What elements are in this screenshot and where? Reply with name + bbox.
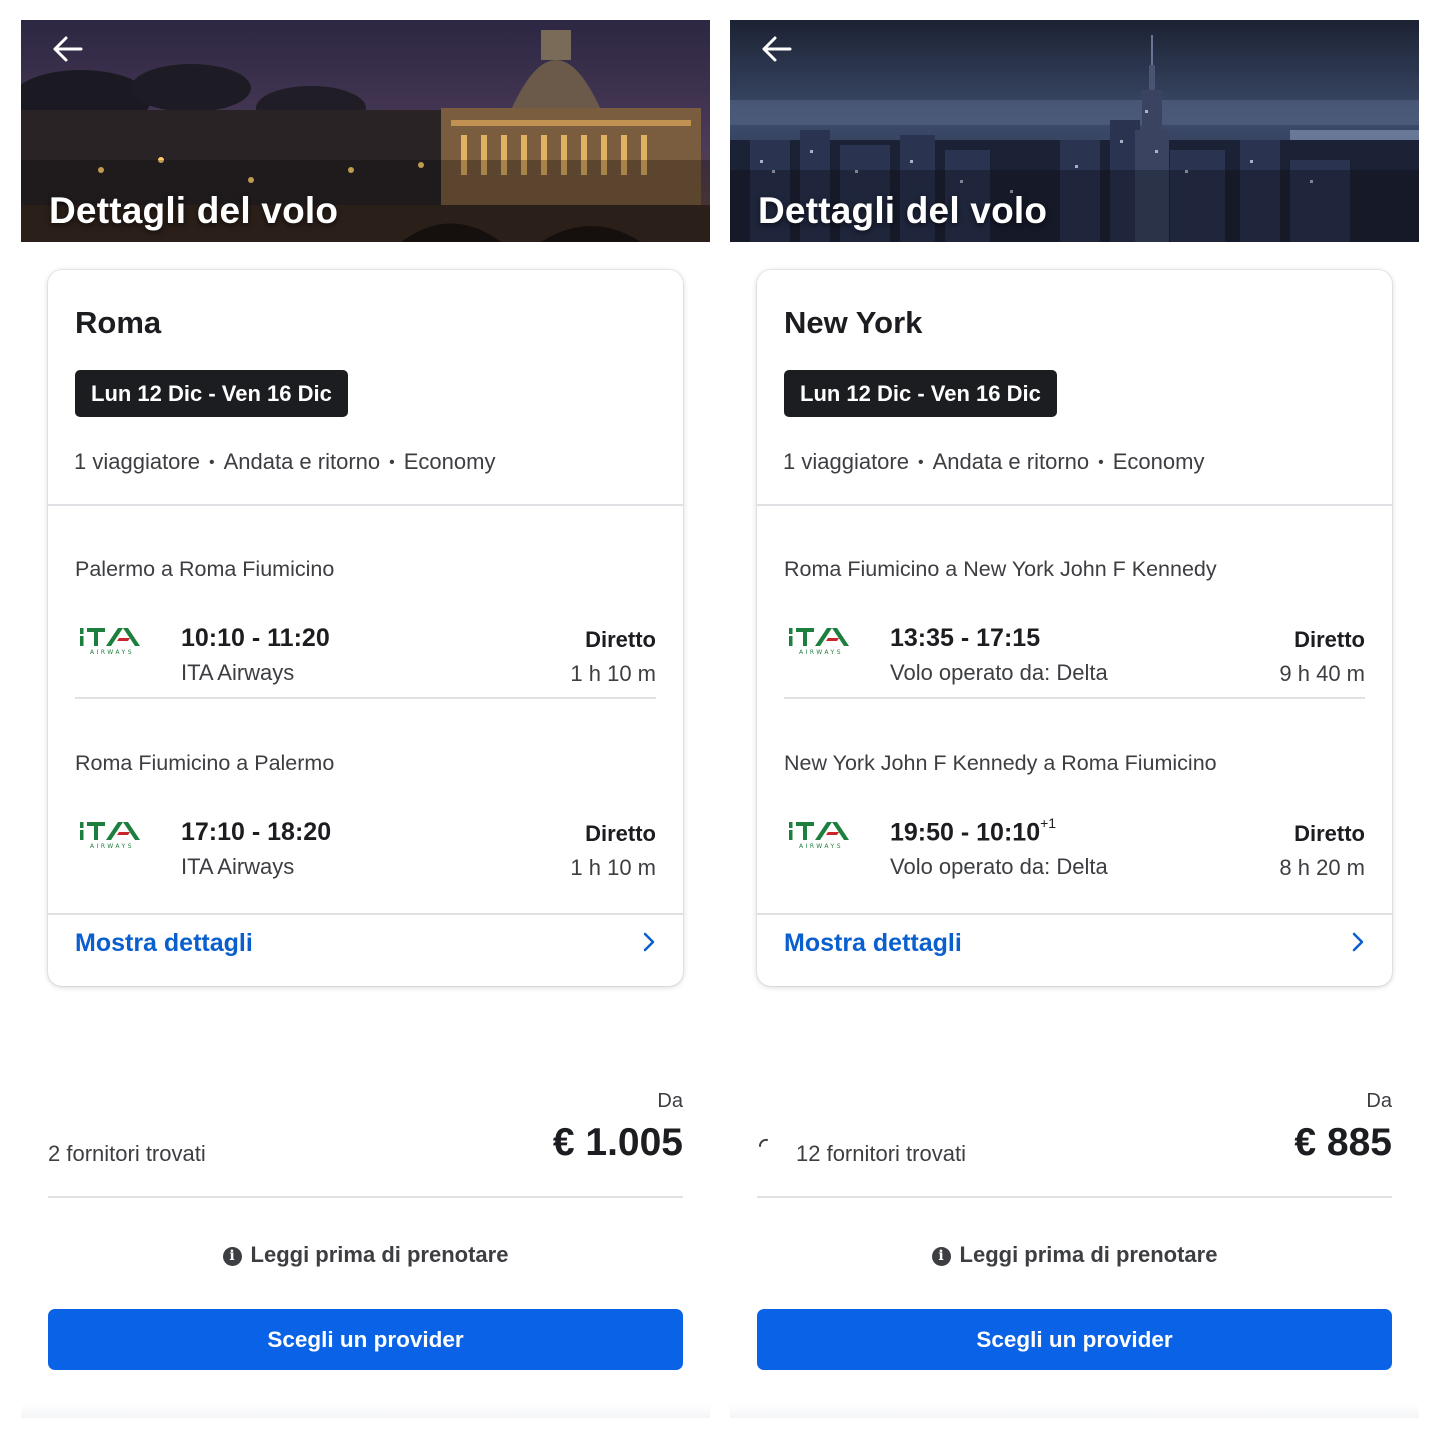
read-before-booking-link[interactable]: i Leggi prima di prenotare (21, 1242, 710, 1268)
leg-operator: Volo operato da: Delta (890, 854, 1108, 879)
loading-spinner-icon (758, 1138, 768, 1147)
show-details-link[interactable]: Mostra dettagli (757, 915, 1392, 985)
destination-city: New York (784, 305, 923, 340)
trip-type: Andata e ritorno (932, 449, 1090, 474)
price-value: € 885 (1294, 1121, 1392, 1164)
show-details-link[interactable]: Mostra dettagli (48, 915, 683, 985)
choose-provider-button[interactable]: Scegli un provider (48, 1309, 683, 1370)
day-offset: +1 (1040, 815, 1057, 831)
leg-divider (784, 697, 1365, 699)
date-range-pill: Lun 12 Dic - Ven 16 Dic (784, 370, 1057, 417)
traveler-count: 1 viaggiatore (74, 449, 200, 474)
leg-times: 10:10 - 11:20 (181, 624, 330, 652)
show-details-label: Mostra dettagli (75, 929, 253, 957)
read-before-booking-label: Leggi prima di prenotare (250, 1242, 509, 1267)
hero-banner: Dettagli del volo (21, 20, 710, 242)
choose-provider-button[interactable]: Scegli un provider (757, 1309, 1392, 1370)
arrow-left-icon[interactable] (47, 32, 87, 66)
show-details-label: Mostra dettagli (784, 929, 962, 957)
info-icon: i (222, 1247, 242, 1266)
page-title: Dettagli del volo (49, 190, 339, 231)
divider (48, 504, 683, 506)
leg-route: New York John F Kennedy a Roma Fiumicino (784, 751, 1217, 775)
divider (757, 1196, 1392, 1198)
separator-dot: • (1098, 454, 1104, 471)
hero-banner: Dettagli del volo (730, 20, 1419, 242)
leg-route: Roma Fiumicino a New York John F Kennedy (784, 557, 1217, 581)
leg-operator: Volo operato da: Delta (890, 660, 1108, 685)
price-from-label: Da (657, 1090, 683, 1112)
leg-stops: Diretto (585, 821, 656, 846)
page-title: Dettagli del volo (758, 190, 1048, 231)
arrow-left-icon[interactable] (756, 32, 796, 66)
ita-airways-logo (787, 617, 859, 657)
leg-route: Roma Fiumicino a Palermo (75, 751, 335, 775)
destination-city: Roma (75, 305, 162, 340)
leg-times: 19:50 - 10:10+1 (890, 815, 1057, 847)
leg-times: 13:35 - 17:15 (890, 624, 1041, 652)
leg-stops: Diretto (1294, 821, 1365, 846)
screen-roma: Dettagli del volo Roma Lun 12 Dic - Ven … (21, 20, 710, 1418)
info-icon: i (931, 1247, 951, 1266)
providers-found: 12 fornitori trovati (796, 1141, 966, 1166)
bottom-fade (730, 1404, 1419, 1418)
bottom-fade (21, 1404, 710, 1418)
ita-airways-logo (78, 811, 150, 851)
cabin-class: Economy (1112, 449, 1205, 474)
date-range-pill: Lun 12 Dic - Ven 16 Dic (75, 370, 348, 417)
chevron-right-icon (643, 932, 655, 952)
leg-airline: ITA Airways (181, 660, 295, 685)
ita-airways-logo (78, 617, 150, 657)
trip-meta: 1 viaggiatore • Andata e ritorno • Economy (74, 449, 495, 475)
leg-stops: Diretto (1294, 627, 1365, 652)
leg-duration: 8 h 20 m (1279, 855, 1365, 880)
leg-stops: Diretto (585, 627, 656, 652)
separator-dot: • (917, 454, 924, 471)
leg-times: 17:10 - 18:20 (181, 818, 332, 846)
cabin-class: Economy (403, 449, 496, 474)
read-before-booking-link[interactable]: i Leggi prima di prenotare (730, 1242, 1419, 1268)
leg-airline: ITA Airways (181, 854, 295, 879)
separator-dot: • (208, 454, 215, 471)
separator-dot: • (389, 454, 395, 471)
divider (48, 1196, 683, 1198)
price-value: € 1.005 (552, 1121, 683, 1164)
leg-duration: 9 h 40 m (1279, 661, 1365, 686)
leg-duration: 1 h 10 m (570, 855, 656, 880)
chevron-right-icon (1352, 932, 1364, 952)
leg-divider (75, 697, 656, 699)
flight-summary-card: Roma Lun 12 Dic - Ven 16 Dic 1 viaggiato… (48, 270, 683, 986)
trip-type: Andata e ritorno (223, 449, 381, 474)
ita-airways-logo (787, 811, 859, 851)
providers-found: 2 fornitori trovati (48, 1141, 206, 1166)
price-from-label: Da (1366, 1090, 1392, 1112)
traveler-count: 1 viaggiatore (783, 449, 909, 474)
read-before-booking-label: Leggi prima di prenotare (959, 1242, 1218, 1267)
leg-duration: 1 h 10 m (570, 661, 656, 686)
trip-meta: 1 viaggiatore • Andata e ritorno • Economy (783, 449, 1204, 475)
flight-summary-card: New York Lun 12 Dic - Ven 16 Dic 1 viagg… (757, 270, 1392, 986)
divider (757, 504, 1392, 506)
leg-route: Palermo a Roma Fiumicino (75, 557, 335, 581)
screen-new-york: Dettagli del volo New York Lun 12 Dic - … (730, 20, 1419, 1418)
